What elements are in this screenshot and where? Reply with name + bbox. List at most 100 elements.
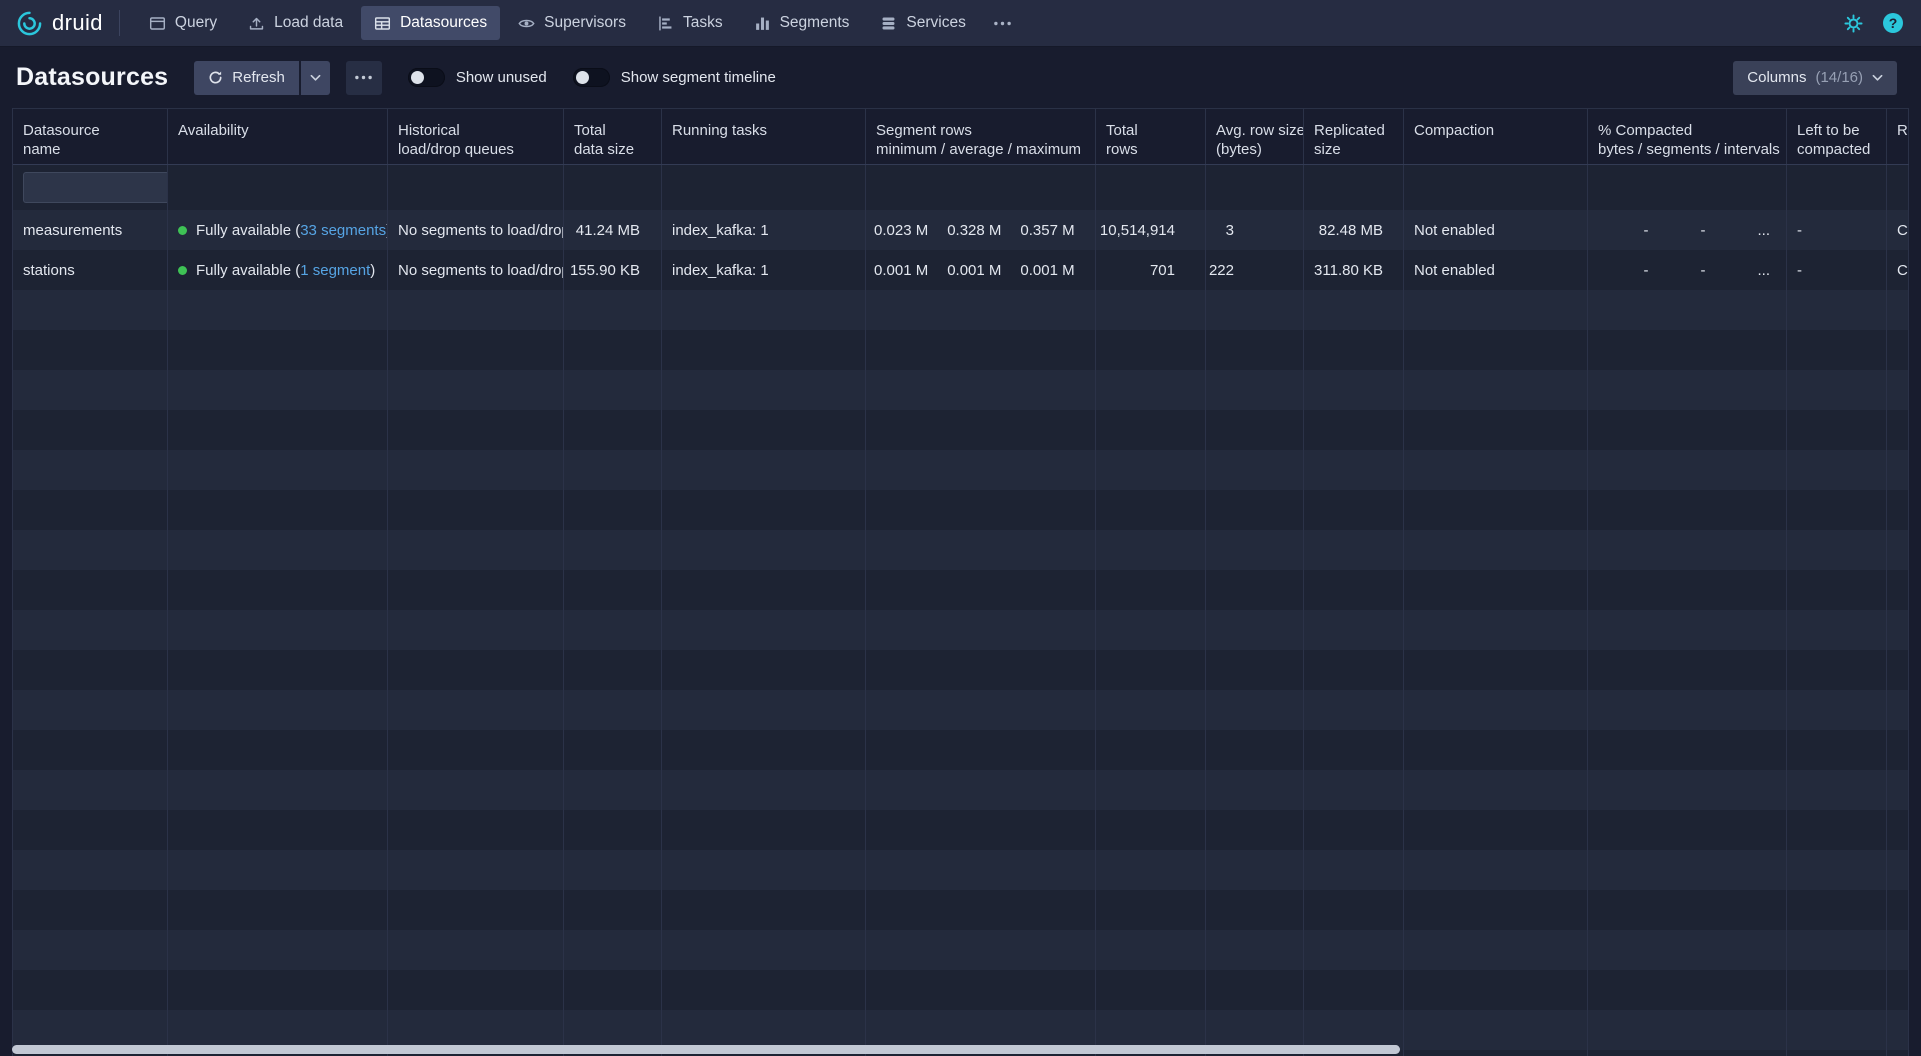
empty-cell bbox=[388, 850, 564, 890]
empty-cell bbox=[564, 450, 662, 490]
nav-item-query[interactable]: Query bbox=[136, 6, 230, 40]
columns-count: (14/16) bbox=[1815, 69, 1863, 86]
columns-dropdown-button[interactable]: Columns (14/16) bbox=[1733, 61, 1897, 95]
segments-link[interactable]: 33 segments bbox=[300, 222, 386, 239]
empty-cell bbox=[1206, 490, 1304, 530]
empty-cell bbox=[1304, 370, 1404, 410]
empty-cell bbox=[1304, 930, 1404, 970]
empty-cell bbox=[1787, 810, 1887, 850]
empty-cell bbox=[1206, 410, 1304, 450]
refresh-interval-dropdown[interactable] bbox=[301, 61, 330, 95]
empty-cell bbox=[866, 610, 1096, 650]
empty-cell bbox=[1787, 410, 1887, 450]
header-pct-compacted[interactable]: % Compactedbytes / segments / intervals bbox=[1588, 109, 1787, 164]
empty-cell bbox=[1887, 770, 1909, 810]
empty-cell bbox=[1404, 490, 1588, 530]
table-row[interactable]: stations Fully available (1 segment) No … bbox=[13, 250, 1909, 290]
empty-cell bbox=[1588, 770, 1787, 810]
empty-cell bbox=[1096, 850, 1206, 890]
empty-cell bbox=[1206, 450, 1304, 490]
left-to-compact-cell: - bbox=[1787, 210, 1887, 250]
empty-cell bbox=[388, 650, 564, 690]
more-actions-button[interactable] bbox=[346, 61, 382, 95]
nav-item-load-data[interactable]: Load data bbox=[235, 6, 356, 40]
empty-cell bbox=[13, 330, 168, 370]
nav-items: Query Load data Datasources Supervisors bbox=[136, 6, 1021, 40]
header-retention[interactable]: Re bbox=[1887, 109, 1909, 164]
empty-cell bbox=[1304, 330, 1404, 370]
header-total-rows[interactable]: Totalrows bbox=[1096, 109, 1206, 164]
page-title: Datasources bbox=[16, 63, 168, 92]
nav-item-datasources[interactable]: Datasources bbox=[361, 6, 500, 40]
header-segment-rows[interactable]: Segment rowsminimum / average / maximum bbox=[866, 109, 1096, 164]
empty-cell bbox=[1096, 1010, 1206, 1050]
empty-cell bbox=[662, 490, 866, 530]
datasource-name-filter-input[interactable] bbox=[23, 172, 168, 203]
empty-cell bbox=[1096, 610, 1206, 650]
empty-cell bbox=[1096, 730, 1206, 770]
empty-cell bbox=[564, 290, 662, 330]
empty-cell bbox=[13, 930, 168, 970]
header-datasource-name[interactable]: Datasourcename bbox=[13, 109, 168, 164]
header-avg-row-size[interactable]: Avg. row size(bytes) bbox=[1206, 109, 1304, 164]
table-row-empty bbox=[13, 290, 1909, 330]
empty-cell bbox=[564, 570, 662, 610]
nav-item-tasks[interactable]: Tasks bbox=[644, 6, 736, 40]
empty-cell bbox=[1304, 890, 1404, 930]
empty-cell bbox=[1404, 970, 1588, 1010]
load-drop-cell: No segments to load/drop bbox=[388, 250, 564, 290]
nav-item-services[interactable]: Services bbox=[867, 6, 978, 40]
empty-cell bbox=[1887, 1010, 1909, 1050]
empty-cell bbox=[1588, 730, 1787, 770]
show-segment-timeline-switch[interactable] bbox=[573, 68, 610, 87]
empty-cell bbox=[1206, 610, 1304, 650]
empty-cell bbox=[1787, 930, 1887, 970]
empty-cell bbox=[1206, 570, 1304, 610]
empty-cell bbox=[662, 930, 866, 970]
brand[interactable]: druid bbox=[16, 10, 103, 37]
empty-cell bbox=[1304, 690, 1404, 730]
header-running-tasks[interactable]: Running tasks bbox=[662, 109, 866, 164]
empty-cell bbox=[1304, 490, 1404, 530]
nav-more-button[interactable] bbox=[984, 13, 1021, 34]
settings-gear-icon[interactable] bbox=[1844, 14, 1863, 33]
datasource-name-cell: measurements bbox=[13, 210, 168, 250]
refresh-button[interactable]: Refresh bbox=[194, 61, 299, 95]
table-row-empty bbox=[13, 1010, 1909, 1050]
empty-cell bbox=[13, 730, 168, 770]
header-compaction[interactable]: Compaction bbox=[1404, 109, 1588, 164]
empty-cell bbox=[1887, 450, 1909, 490]
empty-cell bbox=[1404, 290, 1588, 330]
empty-cell bbox=[13, 970, 168, 1010]
header-left-to-compact[interactable]: Left to becompacted bbox=[1787, 109, 1887, 164]
help-icon[interactable]: ? bbox=[1883, 13, 1903, 33]
horizontal-scrollbar-thumb[interactable] bbox=[12, 1045, 1400, 1054]
empty-cell bbox=[564, 1010, 662, 1050]
empty-cell bbox=[13, 530, 168, 570]
table-row-empty bbox=[13, 690, 1909, 730]
header-replicated-size[interactable]: Replicatedsize bbox=[1304, 109, 1404, 164]
empty-cell bbox=[1887, 530, 1909, 570]
show-unused-switch[interactable] bbox=[408, 68, 445, 87]
table-row[interactable]: measurements Fully available (33 segment… bbox=[13, 210, 1909, 250]
empty-cell bbox=[1404, 650, 1588, 690]
empty-cell bbox=[866, 770, 1096, 810]
available-status-icon bbox=[178, 266, 187, 275]
empty-cell bbox=[1787, 890, 1887, 930]
header-load-drop-queues[interactable]: Historicalload/drop queues bbox=[388, 109, 564, 164]
empty-cell bbox=[1404, 570, 1588, 610]
header-availability[interactable]: Availability bbox=[168, 109, 388, 164]
table-row-empty bbox=[13, 970, 1909, 1010]
empty-cell bbox=[1887, 930, 1909, 970]
empty-cell bbox=[168, 610, 388, 650]
empty-cell bbox=[866, 650, 1096, 690]
retention-cell: Cl bbox=[1887, 210, 1909, 250]
pct-compacted-cell: --... bbox=[1588, 250, 1787, 290]
header-total-data-size[interactable]: Totaldata size bbox=[564, 109, 662, 164]
segments-link[interactable]: 1 segment bbox=[300, 262, 370, 279]
empty-cell bbox=[388, 930, 564, 970]
nav-item-supervisors[interactable]: Supervisors bbox=[505, 6, 639, 40]
nav-item-segments[interactable]: Segments bbox=[741, 6, 863, 40]
available-status-icon bbox=[178, 226, 187, 235]
empty-cell bbox=[866, 290, 1096, 330]
